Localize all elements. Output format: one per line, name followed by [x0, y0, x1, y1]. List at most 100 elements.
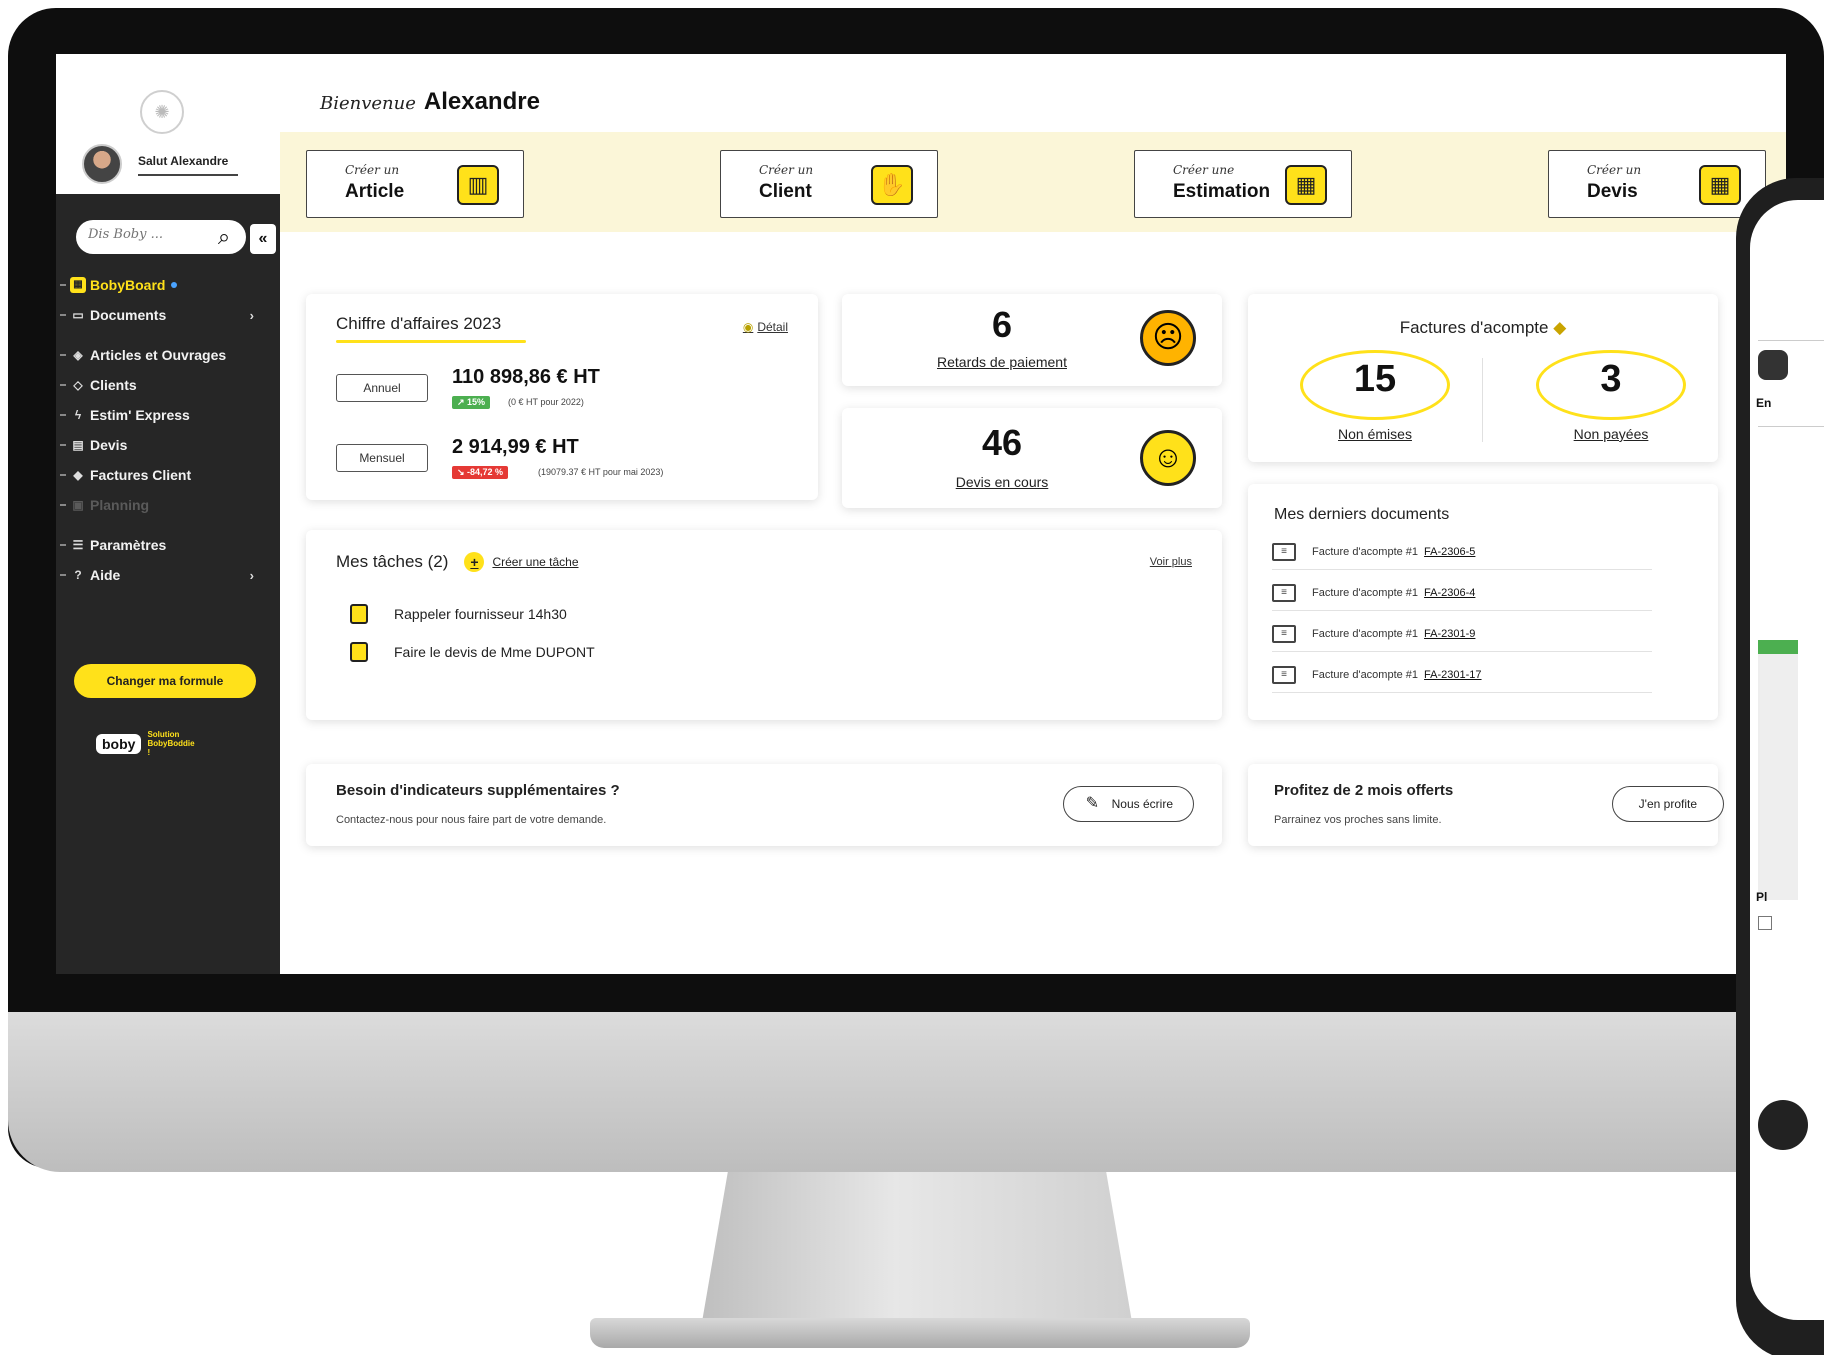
avatar[interactable] [82, 144, 122, 184]
referral-card: Profitez de 2 mois offerts Parrainez vos… [1248, 764, 1724, 846]
phone-checkbox[interactable] [1758, 916, 1772, 930]
sidebar-item-label: Factures Client [90, 467, 192, 483]
task-checkbox[interactable] [350, 642, 368, 662]
task-label: Faire le devis de Mme DUPONT [394, 644, 595, 660]
brand-wordmark: boby [96, 733, 142, 754]
referral-subtitle: Parrainez vos proches sans limite. [1274, 814, 1442, 826]
worker-face-icon: ☺ [1140, 430, 1196, 486]
monthly-amount: 2 914,99 € HT [452, 436, 579, 458]
quotes-card[interactable]: 46 Devis en cours ☺ [842, 408, 1222, 508]
change-plan-button[interactable]: Changer ma formule [74, 664, 256, 698]
contact-us-button[interactable]: ✎ Nous écrire [1062, 786, 1194, 822]
sidebar-item-factures[interactable]: ◆ Factures Client [56, 460, 280, 490]
phone-frame: En Pl [1736, 178, 1824, 1355]
annual-button[interactable]: Annuel [336, 374, 428, 402]
list-item[interactable]: ≡ Facture d'acompte #1 FA-2301-17 [1272, 657, 1652, 693]
task-item[interactable]: Rappeler fournisseur 14h30 [350, 604, 567, 624]
sidebar-item-label: Articles et Ouvrages [90, 347, 227, 363]
sidebar-header: ✺ Salut Alexandre [56, 54, 280, 194]
monthly-compare: (19079.37 € HT pour mai 2023) [538, 467, 664, 477]
claim-offer-button[interactable]: J'en profite [1611, 786, 1724, 822]
device-mockup: ✺ Salut Alexandre ⌕ « ▦ BobyBoard ▭ Docu… [0, 0, 1824, 1355]
create-article-button[interactable]: Créer un Article ▥ [306, 150, 524, 218]
sidebar-item-parametres[interactable]: ☰ Paramètres [56, 530, 280, 560]
phone-table [1758, 640, 1798, 900]
list-item[interactable]: ≡ Facture d'acompte #1 FA-2301-9 [1272, 616, 1652, 652]
see-more-link[interactable]: Voir plus [1150, 556, 1192, 568]
late-payments-card[interactable]: 6 Retards de paiement ☹ [842, 294, 1222, 386]
task-checkbox[interactable] [350, 604, 368, 624]
document-ref-link[interactable]: FA-2306-5 [1424, 546, 1475, 558]
monthly-button[interactable]: Mensuel [336, 444, 428, 472]
phone-fab-button[interactable] [1758, 1100, 1808, 1150]
sidebar-item-aide[interactable]: ? Aide › [56, 560, 280, 590]
divider [1758, 426, 1824, 427]
tasks-header: Mes tâches (2) + Créer une tâche [336, 552, 579, 572]
notification-dot [171, 282, 178, 288]
list-item[interactable]: ≡ Facture d'acompte #1 FA-2306-5 [1272, 534, 1652, 570]
unpaid-count: 3 [1600, 358, 1622, 400]
sidebar-item-label: Paramètres [90, 537, 167, 553]
plus-icon: + [464, 552, 485, 572]
document-label: Facture d'acompte #1 [1312, 545, 1419, 558]
referral-title: Profitez de 2 mois offerts [1274, 782, 1454, 799]
pencil-icon: ✎ [1085, 795, 1100, 812]
sidebar-item-articles[interactable]: ◈ Articles et Ouvrages [56, 340, 280, 370]
sidebar-item-label: Clients [90, 377, 137, 393]
company-logo[interactable]: ✺ [140, 90, 184, 134]
sidebar-item-documents[interactable]: ▭ Documents › [56, 300, 280, 330]
task-item[interactable]: Faire le devis de Mme DUPONT [350, 642, 595, 662]
late-payments-link[interactable]: Retards de paiement [842, 354, 1162, 370]
create-task-label: Créer une tâche [492, 555, 579, 569]
detail-label: Détail [757, 320, 788, 334]
brick-icon: ▥ [457, 165, 499, 205]
sidebar-item-estim-express[interactable]: ϟ Estim' Express [56, 400, 280, 430]
document-icon: ▤ [72, 438, 84, 452]
sidebar-item-label: Estim' Express [90, 407, 190, 423]
phone-button[interactable] [1758, 350, 1788, 380]
not-issued-link[interactable]: Non émises [1300, 426, 1450, 442]
button-label: Nous écrire [1111, 797, 1173, 811]
button-prefix: Créer un [759, 163, 814, 177]
create-client-button[interactable]: Créer un Client ✋ [720, 150, 938, 218]
deposit-invoices-card: Factures d'acompte ◆ 15 Non émises 3 Non… [1248, 294, 1718, 462]
sidebar-item-label: Devis [90, 437, 128, 453]
button-label: Devis [1587, 181, 1638, 202]
unpaid-link[interactable]: Non payées [1536, 426, 1686, 442]
collapse-sidebar-button[interactable]: « [250, 224, 276, 254]
late-payments-count: 6 [991, 304, 1013, 345]
bolt-icon: ϟ [74, 408, 82, 422]
calculator-icon: ▦ [1285, 165, 1327, 205]
revenue-title: Chiffre d'affaires 2023 [336, 314, 502, 333]
deposits-title: Factures d'acompte ◆ [1248, 318, 1718, 338]
indicators-subtitle: Contactez-nous pour nous faire part de v… [336, 814, 607, 826]
search-input[interactable] [88, 227, 198, 242]
create-devis-button[interactable]: Créer un Devis ▦ [1548, 150, 1766, 218]
sidebar-item-bobyboard[interactable]: ▦ BobyBoard [56, 270, 280, 300]
create-estimation-button[interactable]: Créer une Estimation ▦ [1134, 150, 1352, 218]
sidebar-item-clients[interactable]: ◇ Clients [56, 370, 280, 400]
decline-badge: ↘ -84,72 % [452, 466, 509, 479]
document-ref-link[interactable]: FA-2301-9 [1424, 628, 1475, 640]
user-greeting: Salut Alexandre [138, 154, 229, 168]
monitor-stand [702, 1172, 1132, 1322]
brand-logo: boby Solution BobyBoddie ! [96, 730, 195, 757]
tasks-card: Mes tâches (2) + Créer une tâche Voir pl… [306, 530, 1222, 720]
brand-tagline: Solution BobyBoddie ! [147, 730, 195, 757]
annual-compare: (0 € HT pour 2022) [508, 397, 584, 407]
latest-documents-card: Mes derniers documents ≡ Facture d'acomp… [1248, 484, 1718, 720]
create-task-button[interactable]: + Créer une tâche [464, 552, 579, 572]
quotes-link[interactable]: Devis en cours [842, 474, 1162, 490]
sidebar-item-label: Aide [90, 567, 121, 583]
search-icon[interactable]: ⌕ [210, 223, 238, 251]
monitor-stand-base [590, 1318, 1250, 1348]
sidebar-item-devis[interactable]: ▤ Devis [56, 430, 280, 460]
chevron-right-icon: › [249, 567, 254, 583]
document-ref-link[interactable]: FA-2306-4 [1424, 587, 1475, 599]
sidebar-item-label: BobyBoard [90, 277, 166, 293]
money-icon: ◆ [73, 468, 83, 482]
list-item[interactable]: ≡ Facture d'acompte #1 FA-2306-4 [1272, 575, 1652, 611]
indicators-title: Besoin d'indicateurs supplémentaires ? [336, 782, 620, 799]
document-ref-link[interactable]: FA-2301-17 [1424, 669, 1481, 681]
detail-link[interactable]: ◉ Détail [743, 320, 788, 334]
